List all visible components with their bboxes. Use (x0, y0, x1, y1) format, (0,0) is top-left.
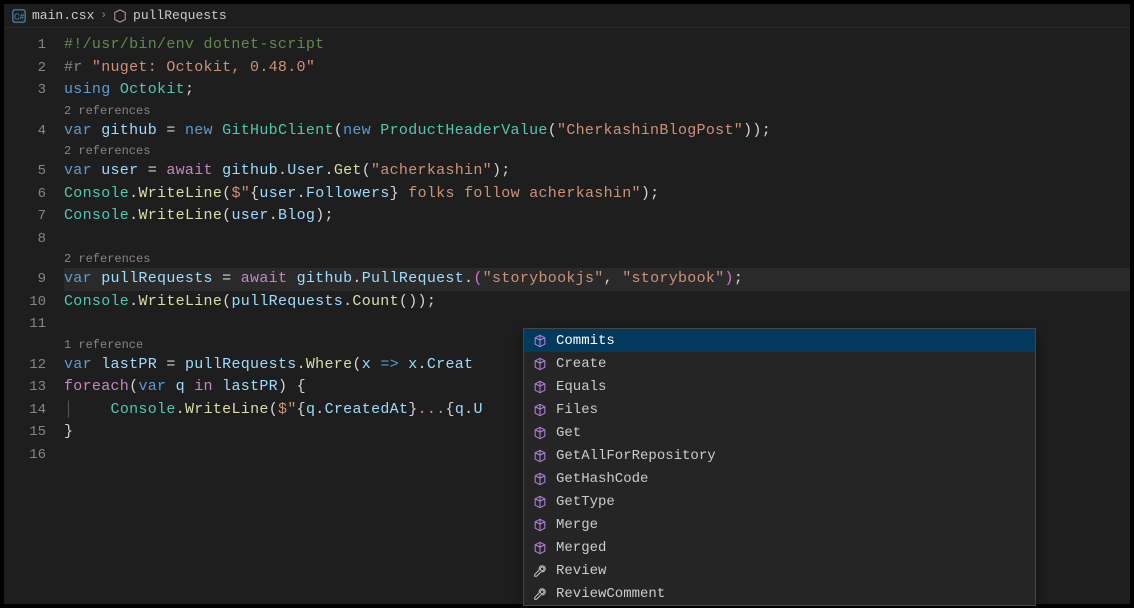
line-number: 6 (4, 183, 64, 206)
codelens[interactable]: 2 references (64, 142, 1130, 160)
suggest-label: GetAllForRepository (556, 448, 716, 464)
line-number-gutter: 1 2 3 4 5 6 7 8 9 10 11 12 13 14 15 16 (4, 28, 64, 604)
suggest-item[interactable]: Merge (524, 513, 1035, 536)
suggest-item[interactable]: GetHashCode (524, 467, 1035, 490)
intellisense-popup[interactable]: Commits Create Equals Files Get GetAllForRepo… (523, 328, 1036, 606)
csharp-file-icon: C# (12, 9, 26, 23)
line-number: 1 (4, 34, 64, 57)
suggest-label: Merged (556, 540, 606, 556)
suggest-label: Commits (556, 333, 615, 349)
line-number: 16 (4, 444, 64, 467)
code-area[interactable]: 1 2 3 4 5 6 7 8 9 10 11 12 13 14 15 16 #… (4, 28, 1130, 604)
code-line[interactable] (64, 228, 1130, 251)
cube-icon (532, 540, 548, 556)
cube-icon (532, 333, 548, 349)
breadcrumb-symbol[interactable]: pullRequests (133, 8, 227, 23)
cube-icon (532, 517, 548, 533)
line-number: 15 (4, 421, 64, 444)
code-line[interactable]: #r "nuget: Octokit, 0.48.0" (64, 57, 1130, 80)
code-line[interactable]: using Octokit; (64, 79, 1130, 102)
cube-icon (532, 448, 548, 464)
line-number: 14 (4, 399, 64, 422)
codelens[interactable]: 2 references (64, 102, 1130, 120)
line-number: 11 (4, 313, 64, 336)
suggest-item[interactable]: Merged (524, 536, 1035, 559)
suggest-item[interactable]: Equals (524, 375, 1035, 398)
suggest-label: Create (556, 356, 606, 372)
line-number: 10 (4, 291, 64, 314)
breadcrumb[interactable]: C# main.csx › pullRequests (4, 4, 1130, 28)
line-number: 3 (4, 79, 64, 102)
wrench-icon (532, 586, 548, 602)
suggest-item[interactable]: GetAllForRepository (524, 444, 1035, 467)
code-line-active[interactable]: var pullRequests = await github.PullRequ… (64, 268, 1130, 291)
line-number: 7 (4, 205, 64, 228)
suggest-label: Get (556, 425, 581, 441)
cube-icon (532, 425, 548, 441)
suggest-item[interactable]: GetType (524, 490, 1035, 513)
suggest-label: Review (556, 563, 606, 579)
suggest-item[interactable]: Review (524, 559, 1035, 582)
suggest-label: Equals (556, 379, 606, 395)
cube-icon (532, 356, 548, 372)
code-line[interactable]: Console.WriteLine(user.Blog); (64, 205, 1130, 228)
line-number: 8 (4, 228, 64, 251)
codelens[interactable]: 2 references (64, 250, 1130, 268)
suggest-item[interactable]: Commits (524, 329, 1035, 352)
code-line[interactable]: #!/usr/bin/env dotnet-script (64, 34, 1130, 57)
suggest-item[interactable]: Create (524, 352, 1035, 375)
chevron-right-icon: › (100, 10, 107, 22)
code-line[interactable]: var github = new GitHubClient(new Produc… (64, 120, 1130, 143)
code-line[interactable]: Console.WriteLine($"{user.Followers} fol… (64, 183, 1130, 206)
suggest-label: Files (556, 402, 598, 418)
cube-icon (532, 402, 548, 418)
suggest-label: Merge (556, 517, 598, 533)
code-line[interactable]: var user = await github.User.Get("acherk… (64, 160, 1130, 183)
line-number: 5 (4, 160, 64, 183)
line-number: 9 (4, 268, 64, 291)
editor: C# main.csx › pullRequests 1 2 3 4 5 6 7… (4, 4, 1130, 604)
cube-icon (113, 9, 127, 23)
suggest-item[interactable]: Get (524, 421, 1035, 444)
line-number: 13 (4, 376, 64, 399)
wrench-icon (532, 563, 548, 579)
line-number: 4 (4, 120, 64, 143)
svg-text:C#: C# (14, 12, 25, 21)
cube-icon (532, 471, 548, 487)
suggest-label: GetHashCode (556, 471, 648, 487)
cube-icon (532, 379, 548, 395)
suggest-label: GetType (556, 494, 615, 510)
line-number: 2 (4, 57, 64, 80)
code-line[interactable]: Console.WriteLine(pullRequests.Count()); (64, 291, 1130, 314)
suggest-item[interactable]: ReviewComment (524, 582, 1035, 605)
cube-icon (532, 494, 548, 510)
line-number: 12 (4, 354, 64, 377)
breadcrumb-file[interactable]: main.csx (32, 8, 94, 23)
suggest-label: ReviewComment (556, 586, 665, 602)
suggest-item[interactable]: Files (524, 398, 1035, 421)
